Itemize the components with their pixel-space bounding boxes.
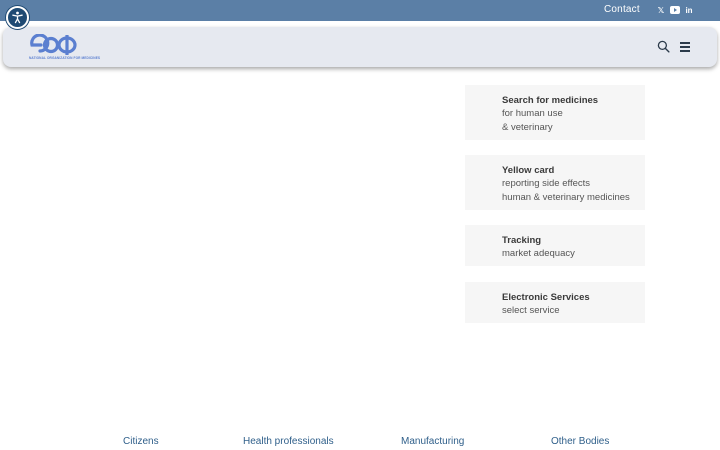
accessibility-button[interactable] bbox=[6, 6, 29, 29]
search-icon bbox=[657, 40, 670, 53]
eof-logo-mark bbox=[30, 33, 77, 55]
card-electronic-services[interactable]: Electronic Services select service bbox=[465, 282, 645, 323]
card-line: market adequacy bbox=[502, 248, 575, 259]
logo-subtitle: NATIONAL ORGANIZATION FOR MEDICINES bbox=[29, 56, 101, 60]
card-title: Search for medicines bbox=[502, 95, 599, 106]
card-tracking[interactable]: Tracking market adequacy bbox=[465, 225, 645, 266]
footer-link-other-bodies[interactable]: Other Bodies bbox=[551, 436, 609, 447]
card-search-medicines[interactable]: Search for medicines for human use & vet… bbox=[465, 85, 645, 140]
card-line: & veterinary bbox=[502, 122, 553, 133]
footer-link-citizens[interactable]: Citizens bbox=[123, 436, 159, 447]
card-line: reporting side effects bbox=[502, 178, 591, 189]
card-yellow-card[interactable]: Yellow card reporting side effects human… bbox=[465, 155, 645, 210]
x-icon[interactable]: 𝕏 bbox=[656, 5, 666, 15]
youtube-icon[interactable] bbox=[670, 5, 680, 15]
card-title: Tracking bbox=[502, 235, 542, 246]
card-title: Yellow card bbox=[502, 165, 555, 176]
accessibility-icon bbox=[12, 11, 23, 24]
card-line: for human use bbox=[502, 108, 563, 119]
search-button[interactable] bbox=[657, 40, 671, 54]
site-header: NATIONAL ORGANIZATION FOR MEDICINES bbox=[3, 27, 717, 67]
card-line: select service bbox=[502, 305, 560, 316]
footer-link-health-professionals[interactable]: Health professionals bbox=[243, 436, 334, 447]
top-bar: Contact 𝕏 in bbox=[0, 0, 720, 21]
card-line: human & veterinary medicines bbox=[502, 192, 630, 203]
site-logo[interactable]: NATIONAL ORGANIZATION FOR MEDICINES bbox=[29, 33, 113, 61]
linkedin-icon[interactable]: in bbox=[684, 5, 694, 15]
hamburger-menu-icon[interactable] bbox=[680, 42, 692, 54]
contact-link[interactable]: Contact bbox=[604, 4, 640, 15]
footer-link-manufacturing[interactable]: Manufacturing bbox=[401, 436, 464, 447]
card-title: Electronic Services bbox=[502, 292, 590, 303]
